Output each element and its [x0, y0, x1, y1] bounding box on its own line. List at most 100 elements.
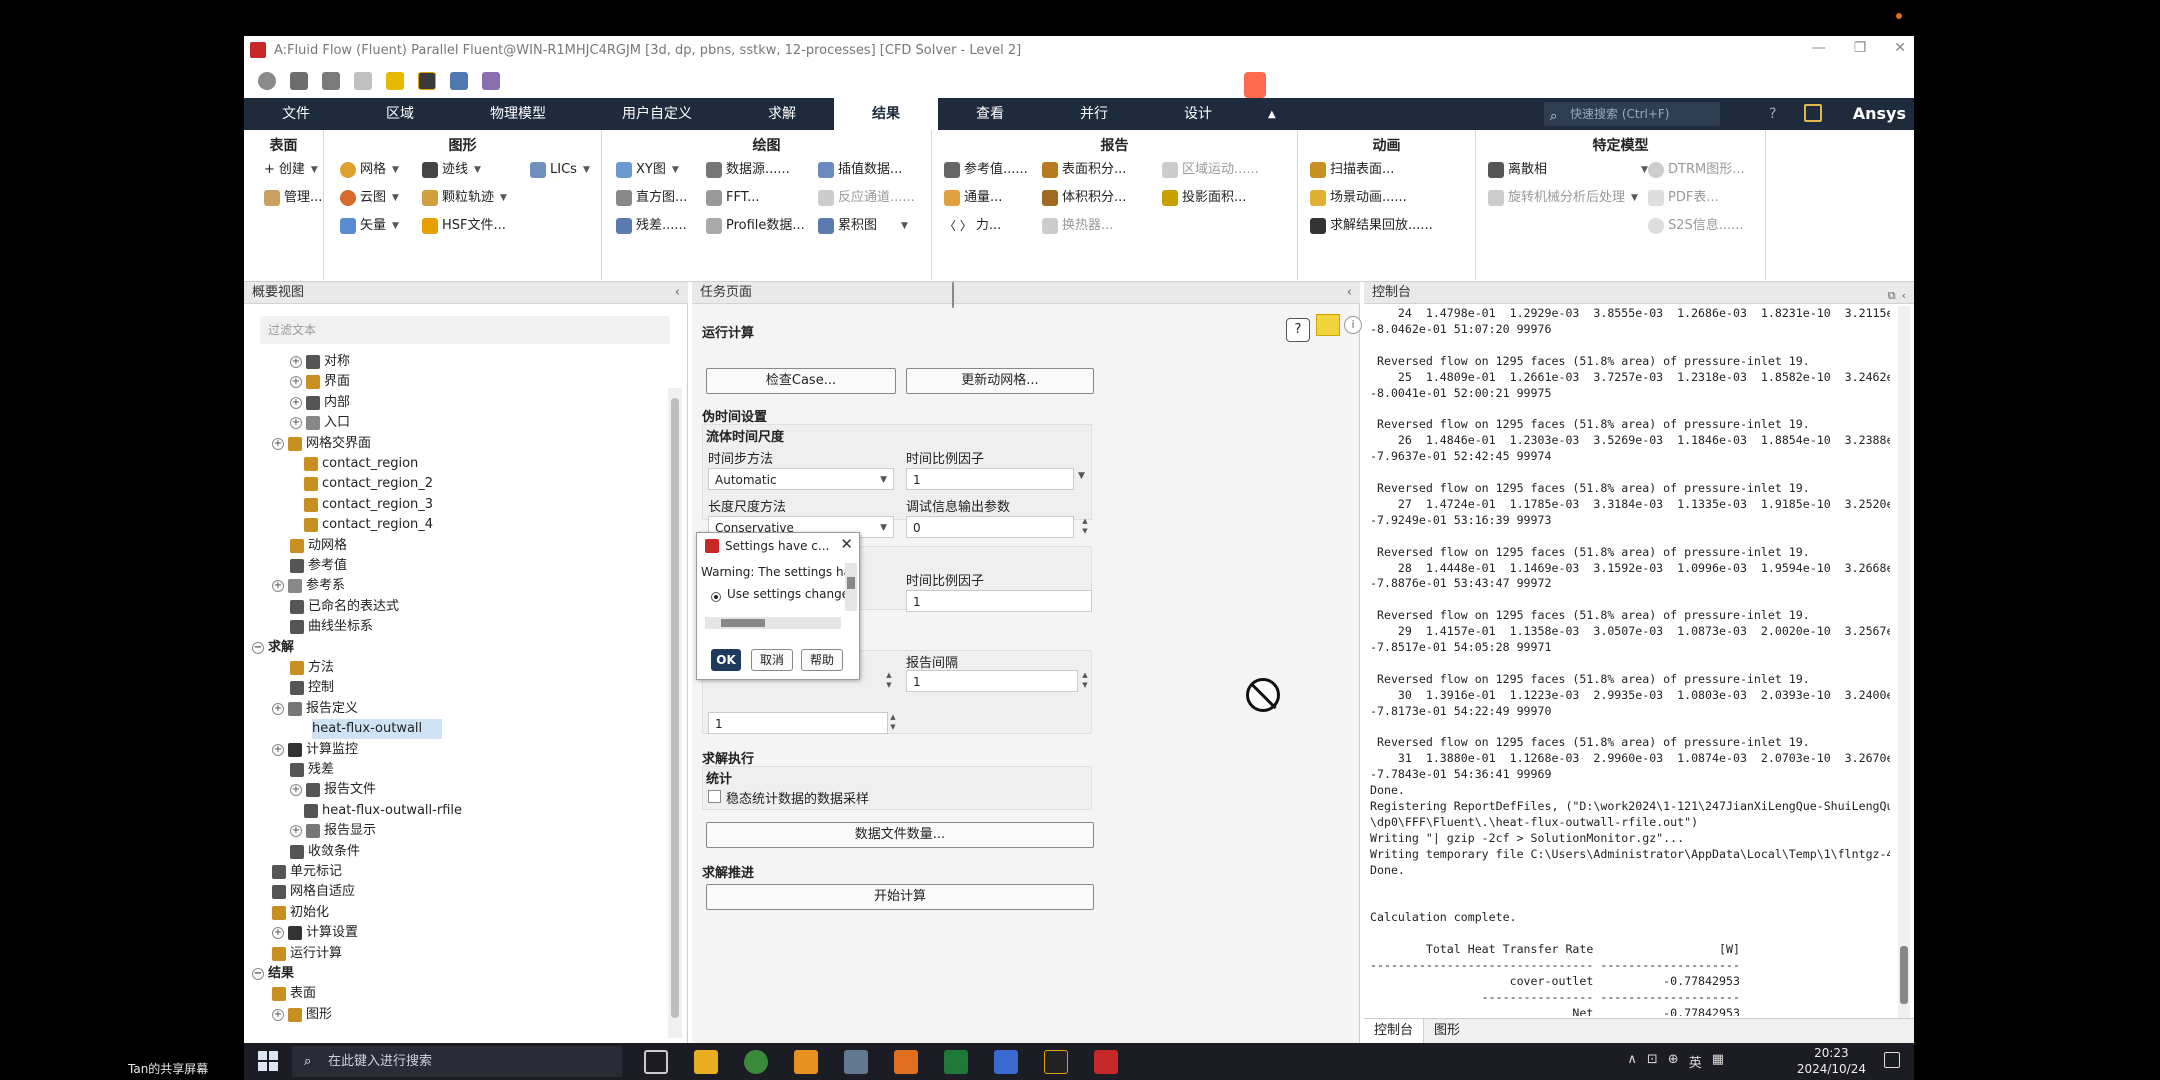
use-settings-radio[interactable]	[711, 592, 721, 602]
minimize-icon[interactable]: —	[1812, 40, 1826, 56]
taskbar-search-input[interactable]: ⌕ 在此键入进行搜索	[292, 1046, 622, 1077]
tab-domain[interactable]: 区域	[348, 98, 452, 130]
pdf-table-button[interactable]: PDF表...	[1648, 186, 1719, 210]
save-icon[interactable]	[322, 72, 340, 90]
tree-item-contact-region-2[interactable]: contact_region_2	[304, 474, 433, 494]
tree-item-reference-values[interactable]: 参考值	[290, 556, 347, 576]
zone-motion-button[interactable]: 区域运动......	[1162, 158, 1259, 182]
hsf-file-button[interactable]: HSF文件...	[422, 214, 506, 238]
workbench-app-icon[interactable]	[794, 1050, 818, 1074]
s2s-info-button[interactable]: S2S信息......	[1648, 214, 1744, 238]
tree-item-methods[interactable]: 方法	[290, 658, 334, 678]
scroll-thumb[interactable]	[721, 619, 765, 627]
tree-item-residuals[interactable]: 残差	[290, 760, 334, 780]
workbench-icon[interactable]	[418, 72, 436, 90]
outline-scrollbar[interactable]	[668, 388, 682, 1038]
collapse-panel-icon[interactable]: ‹	[675, 282, 680, 304]
tree-item-results[interactable]: − 结果	[252, 964, 294, 984]
contour-button[interactable]: 云图 ▼	[340, 186, 399, 210]
expand-icon[interactable]: +	[290, 417, 302, 430]
cumulative-plot-button[interactable]: 累积图 ▼	[818, 214, 908, 238]
layout-icon[interactable]	[450, 72, 468, 90]
info-icon[interactable]: i	[1344, 316, 1362, 334]
expand-icon[interactable]: +	[290, 356, 302, 368]
tree-item-interior[interactable]: + 内部	[290, 393, 350, 413]
collapse-icon[interactable]: ‹	[1902, 285, 1906, 307]
tree-item-adaption[interactable]: 网格自适应	[272, 882, 355, 902]
close-icon[interactable]: ✕	[840, 535, 853, 553]
help-icon[interactable]: ?	[1769, 106, 1776, 122]
surface-integrals-button[interactable]: 表面积分...	[1042, 158, 1126, 182]
expand-icon[interactable]: +	[290, 825, 302, 838]
expand-icon[interactable]: +	[272, 743, 284, 756]
expand-icon[interactable]: +	[272, 1008, 284, 1021]
update-dynamic-mesh-button[interactable]: 更新动网格...	[906, 368, 1094, 394]
console-output[interactable]: 24 1.4798e-01 1.2929e-03 3.8555e-03 1.26…	[1370, 306, 1890, 1016]
taskbar-clock[interactable]: 20:23 2024/10/24	[1797, 1045, 1866, 1077]
tree-item-monitors[interactable]: + 计算监控	[272, 740, 358, 760]
meeting-icon[interactable]	[994, 1050, 1018, 1074]
tree-item-interface[interactable]: + 界面	[290, 372, 350, 392]
discrete-phase-button[interactable]: 离散相 ▼	[1488, 158, 1648, 182]
tree-item-reference-frames[interactable]: + 参考系	[272, 576, 345, 596]
tree-item-solution[interactable]: − 求解	[252, 638, 294, 658]
console-scrollbar[interactable]	[1898, 306, 1910, 1018]
tree-item-symmetry[interactable]: + 对称	[290, 352, 350, 372]
flux-button[interactable]: 通量...	[944, 186, 1002, 210]
tab-view[interactable]: 查看	[938, 98, 1042, 130]
heat-exchanger-button[interactable]: 换热器...	[1042, 214, 1113, 238]
volume-icon[interactable]: ⊕	[1668, 1052, 1679, 1071]
tab-parallel[interactable]: 并行	[1042, 98, 1146, 130]
scroll-thumb[interactable]	[847, 577, 855, 589]
tab-file[interactable]: 文件	[244, 98, 348, 130]
expand-icon[interactable]: +	[290, 784, 302, 797]
file-explorer-icon[interactable]	[694, 1050, 718, 1074]
collapse-ribbon-icon[interactable]: ▲	[1268, 109, 1276, 120]
tree-item-run-calculation[interactable]: 运行计算	[272, 944, 342, 964]
interpolated-data-button[interactable]: 插值数据...	[818, 158, 902, 182]
open-file-icon[interactable]	[290, 72, 308, 90]
vector-button[interactable]: 矢量 ▼	[340, 214, 399, 238]
ime-icon[interactable]: ▦	[1712, 1052, 1724, 1071]
book-icon[interactable]	[1804, 104, 1822, 122]
expand-icon[interactable]: +	[290, 396, 302, 409]
tree-item-calculation-activities[interactable]: + 计算设置	[272, 923, 358, 943]
time-step-method-select[interactable]: Automatic ▼	[708, 468, 894, 490]
print-icon[interactable]	[354, 72, 372, 90]
scroll-thumb[interactable]	[671, 398, 679, 1018]
new-file-icon[interactable]	[258, 72, 276, 90]
forces-button[interactable]: 〈 〉力...	[944, 214, 1001, 238]
solution-animation-button[interactable]: 求解结果回放......	[1310, 214, 1433, 238]
close-icon[interactable]: ✕	[1894, 40, 1906, 56]
expand-icon[interactable]: +	[272, 702, 284, 715]
filter-text-input[interactable]: 过滤文本	[260, 316, 670, 344]
help-button[interactable]: ?	[1286, 318, 1310, 342]
tree-item-inlet[interactable]: + 入口	[290, 413, 350, 433]
tree-item-contact-region-3[interactable]: contact_region_3	[304, 495, 433, 515]
tab-results[interactable]: 结果	[834, 98, 938, 130]
time-scale-factor-input[interactable]: 1	[906, 468, 1074, 490]
mesh-button[interactable]: 网格 ▼	[340, 158, 399, 182]
create-surface-button[interactable]: + 创建 ▼	[264, 158, 318, 182]
projected-area-button[interactable]: 投影面积...	[1162, 186, 1246, 210]
manage-surface-button[interactable]: 管理...	[264, 186, 322, 210]
maximize-icon[interactable]: ❐	[1854, 40, 1867, 56]
scene-animation-button[interactable]: 场景动画......	[1310, 186, 1407, 210]
expand-icon[interactable]: −	[252, 641, 264, 654]
expand-icon[interactable]: +	[290, 376, 302, 389]
tree-item-controls[interactable]: 控制	[290, 678, 334, 698]
journal-icon[interactable]	[482, 72, 500, 90]
tree-item-initialization[interactable]: 初始化	[272, 903, 329, 923]
collapse-panel-icon[interactable]: ‹	[1347, 282, 1352, 304]
tree-item-curvilinear-coordinates[interactable]: 曲线坐标系	[290, 617, 373, 637]
task-view-icon[interactable]	[644, 1050, 668, 1074]
cancel-button[interactable]: 取消	[751, 649, 793, 671]
dialog-horizontal-scrollbar[interactable]	[705, 617, 841, 629]
reaction-channel-button[interactable]: 反应通道......	[818, 186, 915, 210]
chevron-down-icon[interactable]: ▼	[1078, 471, 1085, 481]
input-method-icon[interactable]: 英	[1689, 1052, 1702, 1071]
tree-item-heat-flux-outwall-rfile[interactable]: heat-flux-outwall-rfile	[304, 801, 462, 821]
tab-solution[interactable]: 求解	[730, 98, 834, 130]
tree-item-heat-flux-outwall[interactable]: heat-flux-outwall	[312, 719, 443, 740]
tree-item-dynamic-mesh[interactable]: 动网格	[290, 536, 347, 556]
